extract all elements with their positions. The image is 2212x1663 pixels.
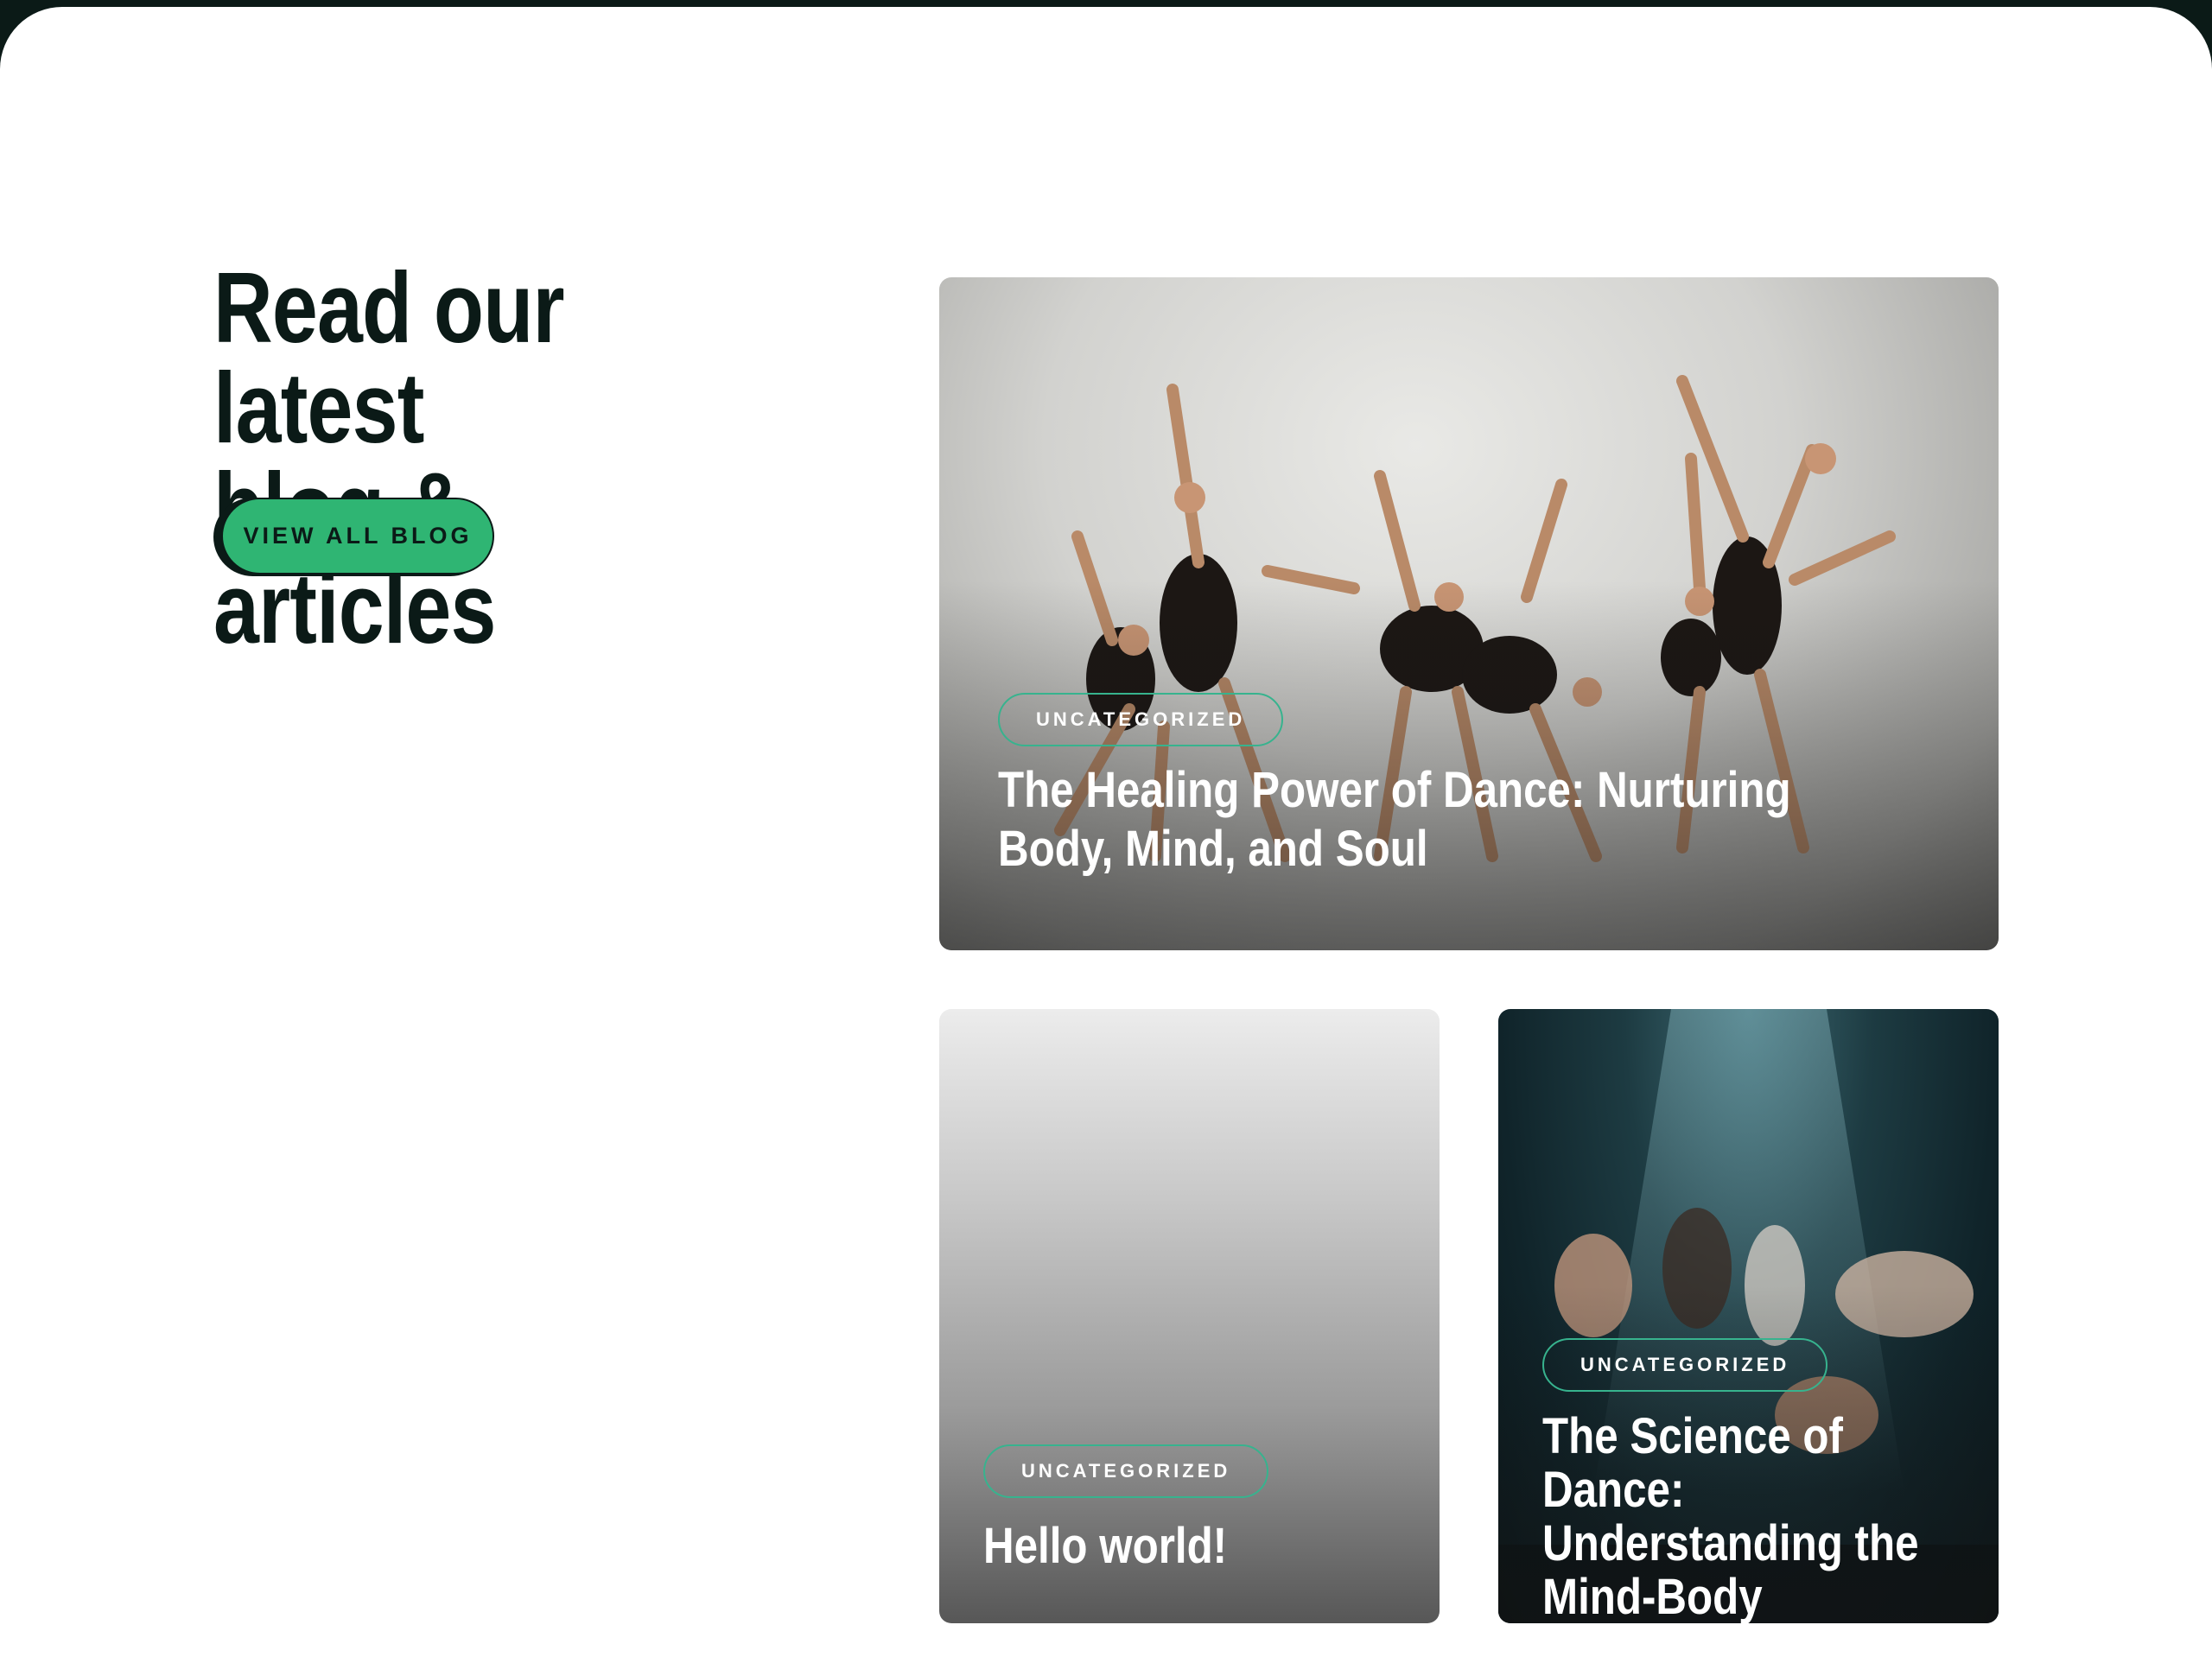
category-tag[interactable]: UNCATEGORIZED [1542,1338,1828,1392]
post-title[interactable]: Hello world! [983,1517,1424,1576]
view-all-blog-button-wrap: VIEW ALL BLOG [213,498,496,578]
blog-intro: Read our latest blog & articles VIEW ALL… [213,257,870,658]
post-title[interactable]: The Science of Dance: Understanding the … [1542,1410,1954,1624]
section-heading: Read our latest blog & articles [213,251,565,664]
post-card-science-of-dance[interactable]: UNCATEGORIZED The Science of Dance: Unde… [1498,1009,1999,1623]
category-tag[interactable]: UNCATEGORIZED [998,693,1284,746]
post-title[interactable]: The Healing Power of Dance: Nurturing Bo… [998,761,1821,879]
view-all-blog-button[interactable]: VIEW ALL BLOG [221,498,494,574]
blog-section: Read our latest blog & articles VIEW ALL… [0,7,2212,1663]
post-card-featured[interactable]: UNCATEGORIZED The Healing Power of Dance… [939,277,1999,950]
category-tag[interactable]: UNCATEGORIZED [983,1444,1269,1498]
post-card-hello-world[interactable]: UNCATEGORIZED Hello world! [939,1009,1440,1623]
